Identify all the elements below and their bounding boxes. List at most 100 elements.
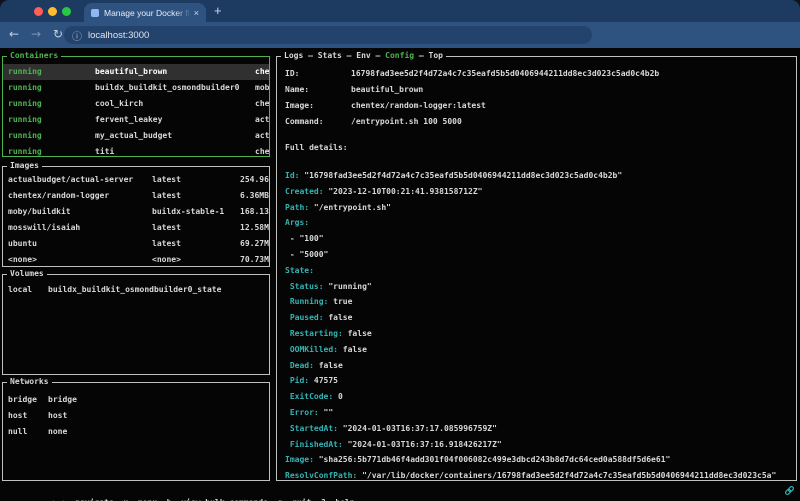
tab-separator: —	[414, 51, 428, 60]
detail-key: Args:	[285, 218, 309, 227]
container-state: running	[3, 80, 95, 96]
tab-config[interactable]: Config	[385, 51, 414, 60]
detail-value: "16798fad3ee5d2f4d72a4c7c35eafd5b5d04069…	[299, 171, 622, 180]
image-name: actualbudget/actual-server	[3, 172, 152, 188]
summary-label: Name:	[285, 82, 351, 98]
network-name: null	[3, 424, 48, 440]
tab-stats[interactable]: Stats	[318, 51, 342, 60]
container-row[interactable]: runningtitiche	[3, 144, 269, 156]
volume-row[interactable]: localbuildx_buildkit_osmondbuilder0_stat…	[3, 282, 269, 298]
volumes-list: localbuildx_buildkit_osmondbuilder0_stat…	[3, 275, 269, 374]
image-size: 6.36MB	[240, 188, 269, 204]
network-row[interactable]: bridgebridge	[3, 392, 269, 408]
window-close-button[interactable]	[34, 7, 43, 16]
image-name: <none>	[3, 252, 152, 266]
image-row[interactable]: ubuntulatest69.27M	[3, 236, 269, 252]
containers-list: runningbeautiful_browncherunningbuildx_b…	[3, 57, 269, 156]
detail-value: "2024-01-03T16:37:16.918426217Z"	[343, 440, 502, 449]
detail-line: ResolvConfPath: "/var/lib/docker/contain…	[285, 468, 795, 480]
image-row[interactable]: moby/buildkitbuildx-stable-1168.13	[3, 204, 269, 220]
network-row[interactable]: hosthost	[3, 408, 269, 424]
back-icon[interactable]: ←	[6, 27, 22, 41]
volume-driver: local	[3, 282, 48, 298]
inspector-panel[interactable]: ID:16798fad3ee5d2f4d72a4c7c35eafd5b5d040…	[276, 56, 797, 481]
image-size: 12.58M	[240, 220, 269, 236]
detail-key: Image:	[285, 455, 314, 464]
tab-favicon-icon	[91, 9, 99, 17]
container-name: buildx_buildkit_osmondbuilder0	[95, 80, 255, 96]
tab-env[interactable]: Env	[356, 51, 370, 60]
container-name: titi	[95, 144, 255, 156]
window-maximize-button[interactable]	[62, 7, 71, 16]
detail-line: Running: true	[285, 294, 795, 310]
container-state: running	[3, 144, 95, 156]
networks-panel[interactable]: bridgebridgehosthostnullnone	[2, 382, 270, 481]
browser-tab-strip: Manage your Docker fleet wi × +	[0, 0, 800, 22]
container-state: running	[3, 128, 95, 144]
containers-panel-title: Containers	[7, 51, 61, 61]
detail-value: false	[343, 329, 372, 338]
container-row[interactable]: runningbeautiful_brownche	[3, 64, 269, 80]
images-panel[interactable]: actualbudget/actual-serverlatest254.96ch…	[2, 166, 270, 267]
image-row[interactable]: actualbudget/actual-serverlatest254.96	[3, 172, 269, 188]
container-name: cool_kirch	[95, 96, 255, 112]
site-info-icon[interactable]: ⓘ	[72, 28, 82, 43]
container-name: fervent_leakey	[95, 112, 255, 128]
container-row[interactable]: runningcool_kirchche	[3, 96, 269, 112]
detail-key: FinishedAt:	[285, 440, 343, 449]
statusbar: ← → ↑ ↓: navigate, x: menu, b: view bulk…	[3, 485, 355, 501]
image-row[interactable]: <none><none>70.73M	[3, 252, 269, 266]
image-name: ubuntu	[3, 236, 152, 252]
detail-value: - "5000"	[285, 250, 328, 259]
volumes-panel-title: Volumes	[7, 269, 47, 279]
tab-close-icon[interactable]: ×	[194, 8, 199, 18]
detail-key: Error:	[285, 408, 319, 417]
detail-line: Image: "sha256:5b771db46f4add301f04f0060…	[285, 452, 795, 468]
summary-line: ID:16798fad3ee5d2f4d72a4c7c35eafd5b5d040…	[285, 66, 794, 82]
container-row[interactable]: runningbuildx_buildkit_osmondbuilder0mob	[3, 80, 269, 96]
network-name: bridge	[3, 392, 48, 408]
detail-value: true	[328, 297, 352, 306]
browser-tab[interactable]: Manage your Docker fleet wi ×	[84, 3, 206, 22]
detail-key: Pid:	[285, 376, 309, 385]
detail-value: 0	[333, 392, 343, 401]
image-size: 254.96	[240, 172, 269, 188]
inspector-summary: ID:16798fad3ee5d2f4d72a4c7c35eafd5b5d040…	[285, 66, 794, 130]
forward-icon[interactable]: →	[28, 27, 44, 41]
detail-key: Status:	[285, 282, 324, 291]
summary-line: Image:chentex/random-logger:latest	[285, 98, 794, 114]
image-row[interactable]: mosswill/isaiahlatest12.58M	[3, 220, 269, 236]
detail-value: 47575	[309, 376, 338, 385]
container-image: act	[255, 112, 269, 128]
detail-line: Status: "running"	[285, 279, 795, 295]
new-tab-button[interactable]: +	[214, 3, 222, 18]
image-name: chentex/random-logger	[3, 188, 152, 204]
tab-logs[interactable]: Logs	[284, 51, 303, 60]
window-minimize-button[interactable]	[48, 7, 57, 16]
volumes-panel[interactable]: localbuildx_buildkit_osmondbuilder0_stat…	[2, 274, 270, 375]
container-row[interactable]: runningmy_actual_budgetact	[3, 128, 269, 144]
docker-tui: runningbeautiful_browncherunningbuildx_b…	[0, 48, 800, 501]
network-driver: bridge	[48, 392, 269, 408]
networks-list: bridgebridgehosthostnullnone	[3, 383, 269, 480]
tab-separator: —	[303, 51, 317, 60]
browser-window: Manage your Docker fleet wi × + ← → ↻ ⓘ …	[0, 0, 800, 501]
detail-line: ExitCode: 0	[285, 389, 795, 405]
connection-link-icon	[784, 485, 795, 496]
image-row[interactable]: chentex/random-loggerlatest6.36MB	[3, 188, 269, 204]
summary-label: ID:	[285, 66, 351, 82]
container-row[interactable]: runningfervent_leakeyact	[3, 112, 269, 128]
detail-key: Path:	[285, 203, 309, 212]
image-name: moby/buildkit	[3, 204, 152, 220]
detail-value: "running"	[324, 282, 372, 291]
detail-line: Error: ""	[285, 405, 795, 421]
network-row[interactable]: nullnone	[3, 424, 269, 440]
container-image: che	[255, 144, 269, 156]
containers-panel[interactable]: runningbeautiful_browncherunningbuildx_b…	[2, 56, 270, 157]
address-bar[interactable]: ⓘ localhost:3000	[64, 26, 592, 44]
image-tag: latest	[152, 172, 240, 188]
detail-line: - "100"	[285, 231, 795, 247]
container-state: running	[3, 96, 95, 112]
tab-top[interactable]: Top	[429, 51, 443, 60]
detail-value: ""	[319, 408, 333, 417]
